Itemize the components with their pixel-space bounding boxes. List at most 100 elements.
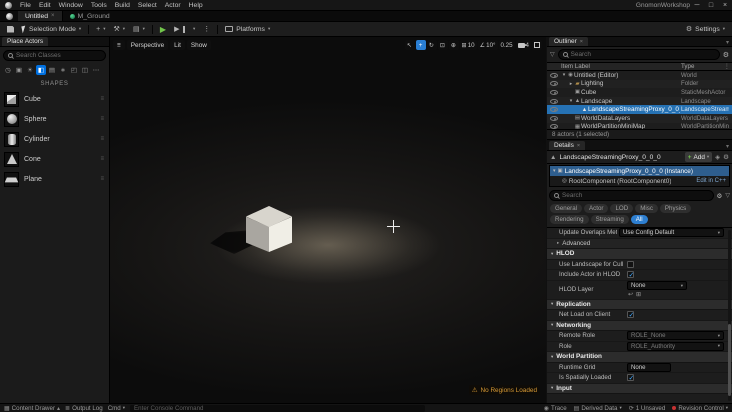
play-kebab-button[interactable]: ⋮: [200, 24, 213, 35]
grid-snap-toggle[interactable]: ⊞ 10: [459, 40, 477, 50]
visibility-eye-icon[interactable]: [550, 115, 558, 121]
minimize-button[interactable]: ─: [690, 0, 704, 11]
visibility-eye-icon[interactable]: [550, 89, 558, 95]
outliner-column-header[interactable]: Item Label Type ⋮: [547, 62, 732, 71]
scale-tool-button[interactable]: ⊡: [437, 40, 448, 50]
visibility-eye-icon[interactable]: [550, 81, 558, 87]
filter-all[interactable]: All: [630, 215, 648, 224]
close-icon[interactable]: ×: [580, 39, 583, 45]
table-row-selected[interactable]: ▲ LandscapeStreamingProxy_0_0_0 Landscap…: [547, 105, 732, 114]
details-search-input[interactable]: Search: [549, 190, 714, 201]
list-item-cylinder[interactable]: Cylinder ≡: [0, 129, 109, 149]
selection-mode-dropdown[interactable]: Selection Mode ▾: [19, 24, 84, 35]
maximize-viewport-button[interactable]: [532, 40, 542, 50]
kebab-icon[interactable]: ⋮: [724, 63, 730, 70]
camera-speed-button[interactable]: 4: [515, 40, 531, 50]
drag-handle-icon[interactable]: ≡: [100, 136, 105, 142]
section-replication[interactable]: ▾ Replication: [547, 299, 732, 310]
advanced-expander[interactable]: ▸ Advanced: [547, 238, 732, 249]
role-dropdown[interactable]: ROLE_Authority ▾: [627, 341, 724, 351]
details-settings-icon[interactable]: ⚙: [723, 153, 729, 161]
menu-window[interactable]: Window: [55, 2, 87, 9]
list-item-cube[interactable]: Cube ≡: [0, 89, 109, 109]
add-component-button[interactable]: + Add ▾: [684, 152, 713, 162]
column-type[interactable]: Type: [681, 63, 694, 70]
close-icon[interactable]: ×: [51, 13, 55, 19]
cmd-dropdown[interactable]: Cmd ▾: [108, 405, 125, 412]
basic-category-icon[interactable]: [14, 65, 24, 75]
component-row-root[interactable]: ◎ RootComponent (RootComponent0) Edit in…: [550, 176, 729, 186]
table-row[interactable]: ▤ WorldDataLayers WorldDataLayers: [547, 113, 732, 123]
list-item-cone[interactable]: Cone ≡: [0, 149, 109, 169]
view-mode-dropdown[interactable]: Lit: [170, 40, 185, 50]
section-networking[interactable]: ▾ Networking: [547, 320, 732, 331]
filter-funnel-icon[interactable]: ▽: [550, 51, 555, 58]
platforms-dropdown[interactable]: Platforms ▾: [222, 24, 273, 35]
panel-options-icon[interactable]: ▾: [726, 39, 732, 46]
filter-actor[interactable]: Actor: [584, 204, 609, 213]
drag-handle-icon[interactable]: ≡: [100, 96, 105, 102]
section-world-partition[interactable]: ▾ World Partition: [547, 352, 732, 363]
edit-in-cpp-link[interactable]: Edit in C++: [696, 178, 726, 184]
panel-options-icon[interactable]: ▾: [726, 143, 732, 150]
table-row[interactable]: ▦ WorldPartitionMiniMap WorldPartitionMi…: [547, 123, 732, 129]
editor-menu-icon[interactable]: [0, 11, 18, 21]
list-item-sphere[interactable]: Sphere ≡: [0, 109, 109, 129]
table-row[interactable]: ▸ ▰ Lighting Folder: [547, 79, 732, 89]
details-scrollbar[interactable]: [728, 230, 731, 401]
scale-snap-toggle[interactable]: 0.25: [498, 40, 515, 50]
derived-data-button[interactable]: ▤ Derived Data ▾: [574, 405, 622, 412]
section-input[interactable]: ▾ Input: [547, 383, 732, 394]
filter-lod[interactable]: LOD: [610, 204, 634, 213]
select-tool-button[interactable]: ↖: [404, 40, 415, 50]
menu-actor[interactable]: Actor: [161, 2, 185, 9]
console-command-input[interactable]: Enter Console Command: [130, 404, 426, 412]
visual-effects-category-icon[interactable]: [58, 65, 68, 75]
close-button[interactable]: ×: [718, 0, 732, 11]
tab-place-actors[interactable]: Place Actors: [2, 37, 49, 46]
all-classes-category-icon[interactable]: [91, 65, 101, 75]
table-row[interactable]: ▾ ◉ Untitled (Editor) World: [547, 71, 732, 80]
rotate-tool-button[interactable]: ↻: [426, 40, 437, 50]
unsaved-button[interactable]: ⟳ 1 Unsaved: [629, 405, 666, 412]
menu-tools[interactable]: Tools: [87, 2, 111, 9]
filter-general[interactable]: General: [550, 204, 583, 213]
runtime-grid-field[interactable]: None: [627, 362, 671, 372]
details-view-options-icon[interactable]: ⚙: [717, 192, 723, 200]
menu-help[interactable]: Help: [185, 2, 207, 9]
drag-handle-icon[interactable]: ≡: [100, 156, 105, 162]
outliner-settings-icon[interactable]: ⚙: [723, 51, 729, 59]
tab-level-untitled[interactable]: Untitled ×: [18, 11, 63, 21]
play-button[interactable]: ▶: [157, 24, 169, 35]
expand-arrow-icon[interactable]: ▾: [553, 168, 556, 174]
geometry-category-icon[interactable]: [69, 65, 79, 75]
shapes-category-icon[interactable]: [36, 65, 46, 75]
include-actor-hlod-checkbox[interactable]: [627, 271, 634, 279]
visibility-eye-icon[interactable]: [550, 124, 558, 129]
content-drawer-button[interactable]: ▦ Content Drawer ▴: [4, 405, 60, 412]
save-button[interactable]: [4, 24, 17, 35]
filter-streaming[interactable]: Streaming: [590, 215, 629, 224]
menu-file[interactable]: File: [16, 2, 35, 9]
place-actors-search-input[interactable]: Search Classes: [3, 50, 106, 61]
close-icon[interactable]: ×: [577, 143, 580, 149]
spatially-loaded-checkbox[interactable]: [627, 374, 634, 382]
frame-skip-button[interactable]: ▶: [171, 24, 188, 35]
filter-physics[interactable]: Physics: [659, 204, 692, 213]
visibility-eye-icon[interactable]: [550, 72, 558, 78]
tab-details[interactable]: Details ×: [549, 141, 586, 150]
menu-build[interactable]: Build: [111, 2, 134, 9]
filter-rendering[interactable]: Rendering: [550, 215, 589, 224]
visibility-eye-icon[interactable]: [550, 107, 558, 113]
component-row-instance[interactable]: ▾ ▣ LandscapeStreamingProxy_0_0_0 (Insta…: [550, 166, 729, 176]
use-selected-asset-icon[interactable]: ↩: [628, 291, 633, 298]
drag-handle-icon[interactable]: ≡: [100, 116, 105, 122]
volumes-category-icon[interactable]: [80, 65, 90, 75]
menu-edit[interactable]: Edit: [35, 2, 55, 9]
filter-misc[interactable]: Misc: [635, 204, 658, 213]
output-log-button[interactable]: ≣ Output Log: [65, 405, 103, 412]
browse-asset-icon[interactable]: ⊞: [636, 291, 641, 298]
rotation-snap-toggle[interactable]: ∠ 10°: [477, 40, 498, 50]
lights-category-icon[interactable]: [25, 65, 35, 75]
section-hlod[interactable]: ▾ HLOD: [547, 249, 732, 260]
